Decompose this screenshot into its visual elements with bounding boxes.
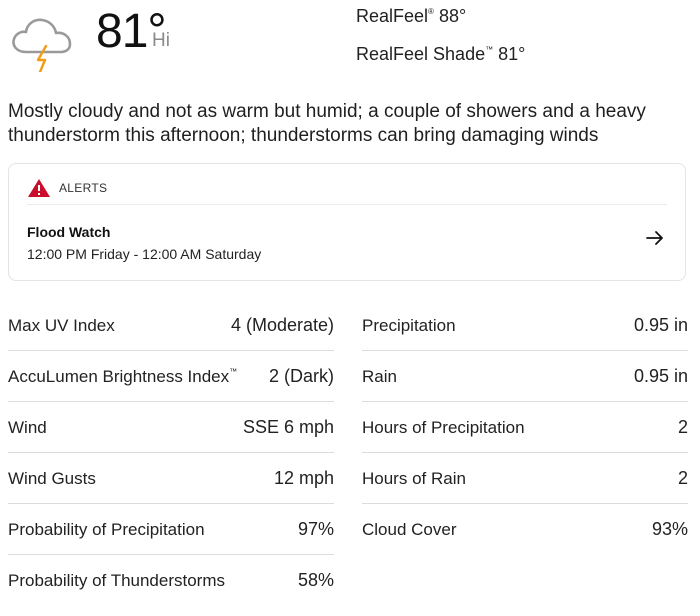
details-left-column: Max UV Index 4 (Moderate) AccuLumen Brig… [8, 300, 334, 606]
realfeel-shade-value: 81° [498, 44, 526, 64]
details-right-column: Precipitation 0.95 in Rain 0.95 in Hours… [362, 300, 688, 555]
arrow-right-icon[interactable] [645, 228, 665, 248]
forecast-phrase: Mostly cloudy and not as warm but humid;… [8, 101, 646, 146]
detail-label: AccuLumen Brightness Index™ [8, 367, 237, 387]
detail-row-rain: Rain 0.95 in [362, 351, 688, 402]
alert-time: 12:00 PM Friday - 12:00 AM Saturday [27, 246, 262, 262]
detail-row-probability-thunderstorms: Probability of Thunderstorms 58% [8, 555, 334, 606]
alerts-header: ALERTS [27, 176, 107, 200]
warning-triangle-icon [28, 179, 50, 197]
detail-label: Rain [362, 367, 397, 386]
detail-row-precipitation: Precipitation 0.95 in [362, 300, 688, 351]
detail-row-cloud-cover: Cloud Cover 93% [362, 504, 688, 555]
detail-label-text: AccuLumen Brightness Index [8, 367, 230, 386]
alerts-divider [27, 204, 667, 205]
alert-item-flood-watch[interactable]: Flood Watch 12:00 PM Friday - 12:00 AM S… [27, 220, 673, 264]
detail-value: SSE 6 mph [242, 417, 334, 437]
detail-label: Wind [8, 418, 47, 437]
realfeel-shade-label: RealFeel Shade [356, 44, 486, 64]
detail-label: Max UV Index [8, 316, 115, 335]
alert-name: Flood Watch [27, 224, 111, 240]
trademark-sup: ™ [229, 367, 238, 376]
detail-row-hours-precipitation: Hours of Precipitation 2 [362, 402, 688, 453]
detail-value: 93% [651, 519, 688, 539]
realfeel-shade-trademark: ™ [485, 45, 494, 54]
detail-value: 2 [677, 468, 688, 488]
temperature-hi-label: Hi [152, 30, 170, 51]
realfeel-trademark: ® [428, 7, 434, 16]
detail-value: 0.95 in [633, 315, 688, 335]
thunderstorm-cloud-icon [12, 18, 72, 72]
detail-label: Wind Gusts [8, 469, 96, 488]
realfeel-shade: RealFeel Shade™ 81° [356, 44, 525, 65]
detail-value: 2 [677, 417, 688, 437]
realfeel-value: 88° [438, 6, 467, 26]
detail-value: 58% [297, 570, 334, 590]
detail-row-probability-precipitation: Probability of Precipitation 97% [8, 504, 334, 555]
detail-row-acculumen-brightness: AccuLumen Brightness Index™ 2 (Dark) [8, 351, 334, 402]
details-grid: Max UV Index 4 (Moderate) AccuLumen Brig… [8, 300, 688, 606]
detail-label: Precipitation [362, 316, 456, 335]
detail-label: Hours of Rain [362, 469, 466, 488]
detail-label: Cloud Cover [362, 520, 457, 539]
alerts-title: ALERTS [59, 181, 108, 195]
detail-row-hours-rain: Hours of Rain 2 [362, 453, 688, 504]
detail-value: 12 mph [273, 468, 334, 488]
detail-value: 2 (Dark) [268, 366, 334, 386]
detail-label: Probability of Thunderstorms [8, 571, 226, 590]
detail-value: 97% [297, 519, 334, 539]
detail-label: Probability of Precipitation [8, 520, 205, 539]
detail-label: Hours of Precipitation [362, 418, 525, 437]
realfeel-label: RealFeel [356, 6, 429, 26]
realfeel: RealFeel® 88° [356, 6, 466, 27]
detail-row-wind-gusts: Wind Gusts 12 mph [8, 453, 334, 504]
detail-row-wind: Wind SSE 6 mph [8, 402, 334, 453]
detail-row-max-uv-index: Max UV Index 4 (Moderate) [8, 300, 334, 351]
current-conditions-header: 81° Hi RealFeel® 88° RealFeel Shade™ 81° [0, 0, 700, 100]
detail-value: 4 (Moderate) [230, 315, 334, 335]
alerts-card: ALERTS Flood Watch 12:00 PM Friday - 12:… [8, 163, 686, 281]
detail-value: 0.95 in [633, 366, 688, 386]
